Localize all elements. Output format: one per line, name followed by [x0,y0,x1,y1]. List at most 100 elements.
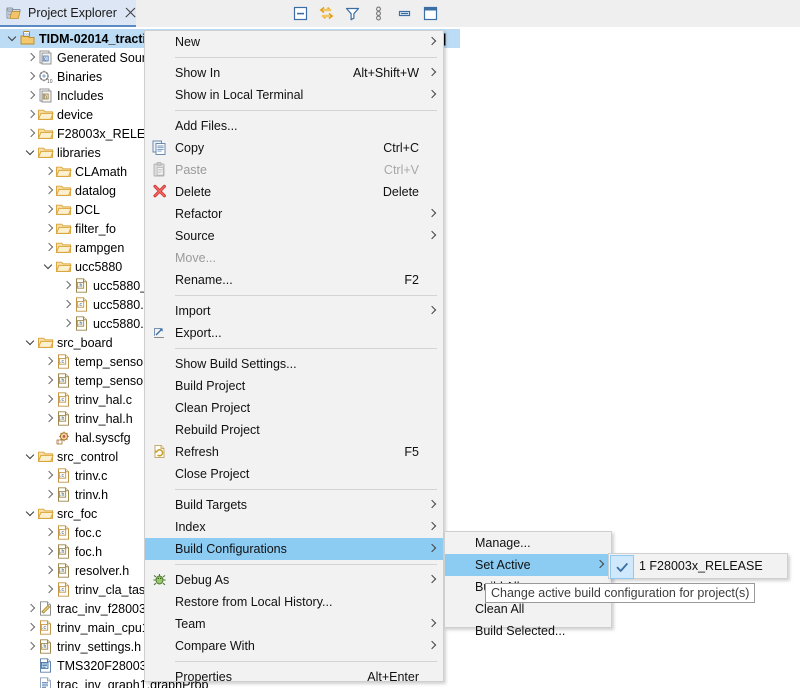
c-file-icon: .c [55,467,72,484]
chevron-right-icon[interactable] [42,390,55,409]
svg-text:.h: .h [60,549,64,555]
chevron-right-icon[interactable] [42,542,55,561]
chevron-right-icon[interactable] [42,466,55,485]
chevron-down-icon[interactable] [24,143,37,162]
menu-item[interactable]: Delete Delete [145,181,443,203]
menu-item-label: Add Files... [175,119,238,133]
menu-item-label: Build Targets [175,498,248,512]
chevron-right-icon[interactable] [42,409,55,428]
menu-item[interactable]: Show Build Settings... [145,353,443,375]
chevron-right-icon [427,89,437,99]
minimize-icon[interactable] [396,5,413,22]
menu-item[interactable]: Source [145,225,443,247]
menu-item[interactable]: Export... [145,322,443,344]
menu-item[interactable]: Build Project [145,375,443,397]
chevron-right-icon[interactable] [42,580,55,599]
submenu-item[interactable]: Set Active [445,554,611,576]
close-icon[interactable] [124,6,136,19]
menu-item[interactable]: Refresh F5 [145,441,443,463]
h-file-icon: .h [55,372,72,389]
chevron-down-icon[interactable] [24,447,37,466]
submenu-item[interactable]: Build Selected... [445,620,611,642]
submenu-item-icon-slot [445,554,475,576]
menu-item[interactable]: New [145,31,443,53]
chevron-right-icon[interactable] [60,276,73,295]
menu-item-icon-slot [145,591,175,613]
chevron-down-icon[interactable] [6,29,19,48]
chevron-right-icon[interactable] [42,219,55,238]
chevron-right-icon[interactable] [24,48,37,67]
chevron-right-icon[interactable] [24,86,37,105]
chevron-right-icon[interactable] [42,561,55,580]
build-configurations-submenu[interactable]: Manage...Set ActiveBuild AllClean AllBui… [444,531,612,638]
chevron-right-icon[interactable] [42,200,55,219]
chevron-right-icon[interactable] [24,637,37,656]
chevron-right-icon[interactable] [24,124,37,143]
chevron-down-icon[interactable] [24,504,37,523]
menu-item[interactable]: Build Configurations [145,538,443,560]
chevron-right-icon[interactable] [24,599,37,618]
menu-item[interactable]: Copy Ctrl+C [145,137,443,159]
menu-item-icon-slot [145,203,175,225]
chevron-right-icon[interactable] [42,485,55,504]
menu-item-label: Show Build Settings... [175,357,297,371]
menu-item[interactable]: Clean Project [145,397,443,419]
h-file-icon: .h [73,277,90,294]
submenu-item[interactable]: Manage... [445,532,611,554]
collapse-all-icon[interactable] [292,5,309,22]
menu-item[interactable]: Rebuild Project [145,419,443,441]
svg-text:.h: .h [42,644,46,650]
chevron-down-icon[interactable] [42,257,55,276]
chevron-right-icon[interactable] [42,352,55,371]
menu-item[interactable]: Refactor [145,203,443,225]
chevron-right-icon[interactable] [24,67,37,86]
view-menu-icon[interactable] [370,5,387,22]
menu-item-label: Copy [175,141,205,155]
chevron-down-icon[interactable] [24,333,37,352]
chevron-right-icon[interactable] [42,181,55,200]
menu-item[interactable]: Debug As [145,569,443,591]
menu-item-icon-slot [145,247,175,269]
link-with-editor-icon[interactable] [318,5,335,22]
folder-icon [37,334,54,351]
context-menu[interactable]: New Show In Alt+Shift+W Show in Local Termi… [144,30,444,684]
menu-item[interactable]: Restore from Local History... [145,591,443,613]
menu-item-icon-slot [145,353,175,375]
menu-item[interactable]: Show in Local Terminal [145,84,443,106]
folder-icon [37,505,54,522]
chevron-right-icon [427,618,437,628]
filter-icon[interactable] [344,5,361,22]
chevron-right-icon[interactable] [24,618,37,637]
menu-item[interactable]: Close Project [145,463,443,485]
menu-item[interactable]: Import [145,300,443,322]
svg-text:.h: .h [78,321,82,327]
chevron-right-icon[interactable] [24,105,37,124]
set-active-submenu[interactable]: 1 F28003x_RELEASE [608,553,788,579]
submenu-item-icon-slot [445,620,475,642]
svg-text:.c: .c [60,473,64,479]
active-config-item[interactable]: 1 F28003x_RELEASE [609,554,787,579]
maximize-icon[interactable] [422,5,439,22]
menu-item[interactable]: Add Files... [145,115,443,137]
menu-item[interactable]: Team [145,613,443,635]
tree-item-label: ucc5880.c [93,297,150,312]
menu-item[interactable]: Compare With [145,635,443,657]
svg-text:.c: .c [42,625,46,631]
h-file-icon: .h [55,543,72,560]
menu-item[interactable]: Build Targets [145,494,443,516]
menu-item[interactable]: Index [145,516,443,538]
delete-icon [145,181,175,203]
chevron-right-icon[interactable] [60,295,73,314]
chevron-right-icon[interactable] [60,314,73,333]
menu-item-label: Show In [175,66,221,80]
tab-project-explorer[interactable]: Project Explorer [0,0,136,27]
chevron-right-icon[interactable] [42,238,55,257]
folder-icon [55,239,72,256]
chevron-right-icon[interactable] [42,523,55,542]
chevron-right-icon[interactable] [42,162,55,181]
chevron-right-icon[interactable] [42,371,55,390]
menu-item[interactable]: Show In Alt+Shift+W [145,62,443,84]
menu-item[interactable]: Rename... F2 [145,269,443,291]
chevron-right-icon [427,543,437,553]
menu-item[interactable]: Properties Alt+Enter [145,666,443,688]
